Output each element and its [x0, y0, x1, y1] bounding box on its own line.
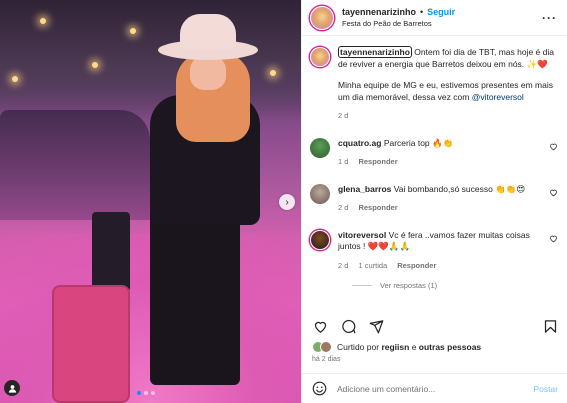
- comment-icon: [341, 319, 355, 333]
- comment-text: Vai bombando,só sucesso 👏👏😍: [393, 183, 526, 194]
- liker-avatar[interactable]: [320, 341, 332, 353]
- comments-section: tayennenarizinho Ontem foi dia de TBT, m…: [302, 37, 567, 307]
- carousel-dot: [151, 391, 155, 395]
- heart-outline-icon[interactable]: [549, 234, 558, 243]
- comment-avatar[interactable]: [310, 137, 330, 158]
- photo-suitcase: [52, 285, 130, 403]
- photo-light: [92, 62, 98, 68]
- comment-username[interactable]: cquatro.ag: [338, 138, 381, 148]
- likes-user[interactable]: regiisn: [381, 342, 409, 352]
- view-replies-label: Ver respostas (1): [380, 281, 438, 290]
- photo-light: [40, 18, 46, 24]
- comment-username[interactable]: glena_barros: [338, 184, 391, 194]
- more-horizontal-icon: ···: [542, 10, 557, 25]
- separator-dot: •: [420, 7, 424, 17]
- comment-avatar[interactable]: [310, 229, 330, 250]
- comment-age[interactable]: 1 d: [338, 156, 348, 168]
- photo-face: [190, 56, 226, 90]
- bookmark-icon: [544, 319, 556, 333]
- next-media-button[interactable]: ›: [279, 194, 295, 210]
- likes-others[interactable]: outras pessoas: [419, 342, 481, 352]
- post-caption: tayennenarizinho Ontem foi dia de TBT, m…: [310, 46, 558, 122]
- photo-light: [130, 28, 136, 34]
- heart-outline-icon[interactable]: [549, 142, 558, 151]
- post-actions: [302, 311, 567, 341]
- comment-avatar[interactable]: [310, 183, 330, 204]
- reply-button[interactable]: Responder: [358, 202, 397, 214]
- view-replies-button[interactable]: Ver respostas (1): [310, 281, 558, 290]
- caption-mention[interactable]: @vitoreversol: [472, 92, 524, 102]
- post-panel: tayennenarizinho • Seguir Festa do Peão …: [301, 0, 567, 403]
- author-username[interactable]: tayennenarizinho: [342, 7, 416, 17]
- send-icon: [369, 319, 383, 333]
- post-time[interactable]: há 2 dias: [312, 356, 340, 363]
- comment-button[interactable]: [340, 318, 356, 334]
- photo-pants: [150, 210, 240, 385]
- tagged-users-button[interactable]: [4, 380, 20, 396]
- emoji-icon[interactable]: [312, 381, 327, 396]
- caption-username[interactable]: tayennenarizinho: [338, 46, 412, 58]
- comment-age[interactable]: 2 d: [338, 260, 348, 272]
- post-location[interactable]: Festa do Peão de Barretos: [342, 19, 542, 28]
- chevron-right-icon: ›: [285, 196, 289, 208]
- reply-button[interactable]: Responder: [358, 156, 397, 168]
- replies-divider: [352, 285, 372, 286]
- carousel-dot-active: [137, 391, 141, 395]
- caption-avatar[interactable]: [310, 47, 330, 67]
- comment-input[interactable]: [337, 383, 534, 394]
- photo-suitcase-handle: [92, 212, 130, 292]
- comment-age[interactable]: 2 d: [338, 202, 348, 214]
- photo-light: [270, 70, 276, 76]
- photo-crowd: [0, 110, 150, 220]
- heart-outline-icon[interactable]: [549, 188, 558, 197]
- comment-likes[interactable]: 1 curtida: [358, 260, 387, 272]
- post-comment-button[interactable]: Postar: [533, 384, 558, 394]
- post-media[interactable]: ›: [0, 0, 301, 403]
- reply-button[interactable]: Responder: [397, 260, 436, 272]
- likes-prefix: Curtido por: [337, 342, 380, 352]
- share-button[interactable]: [368, 318, 384, 334]
- save-button[interactable]: [542, 318, 558, 334]
- photo-light: [12, 76, 18, 82]
- comment-item: vitoreversol Vc é fera ..vamos fazer mui…: [310, 229, 558, 272]
- comment-text: Parceria top 🔥👏: [383, 137, 454, 148]
- user-icon: [8, 384, 16, 393]
- comment-item: glena_barros Vai bombando,só sucesso 👏👏😍…: [310, 183, 558, 214]
- post-header: tayennenarizinho • Seguir Festa do Peão …: [302, 0, 567, 36]
- caption-age[interactable]: 2 d: [338, 110, 348, 122]
- likes-summary: Curtido por regiisn e outras pessoas: [312, 341, 481, 353]
- likes-middle: e: [411, 342, 417, 352]
- carousel-dot: [144, 391, 148, 395]
- follow-button[interactable]: Seguir: [427, 7, 455, 17]
- add-comment-bar: Postar: [302, 373, 567, 403]
- comment-item: cquatro.ag Parceria top 🔥👏 1 d Responder: [310, 137, 558, 168]
- carousel-dots: [137, 391, 155, 395]
- like-button[interactable]: [312, 318, 328, 334]
- more-options-button[interactable]: ···: [542, 11, 557, 25]
- comment-username[interactable]: vitoreversol: [338, 230, 386, 240]
- photo-hat-top: [180, 14, 236, 50]
- author-avatar[interactable]: [310, 5, 334, 30]
- heart-icon: [314, 321, 326, 333]
